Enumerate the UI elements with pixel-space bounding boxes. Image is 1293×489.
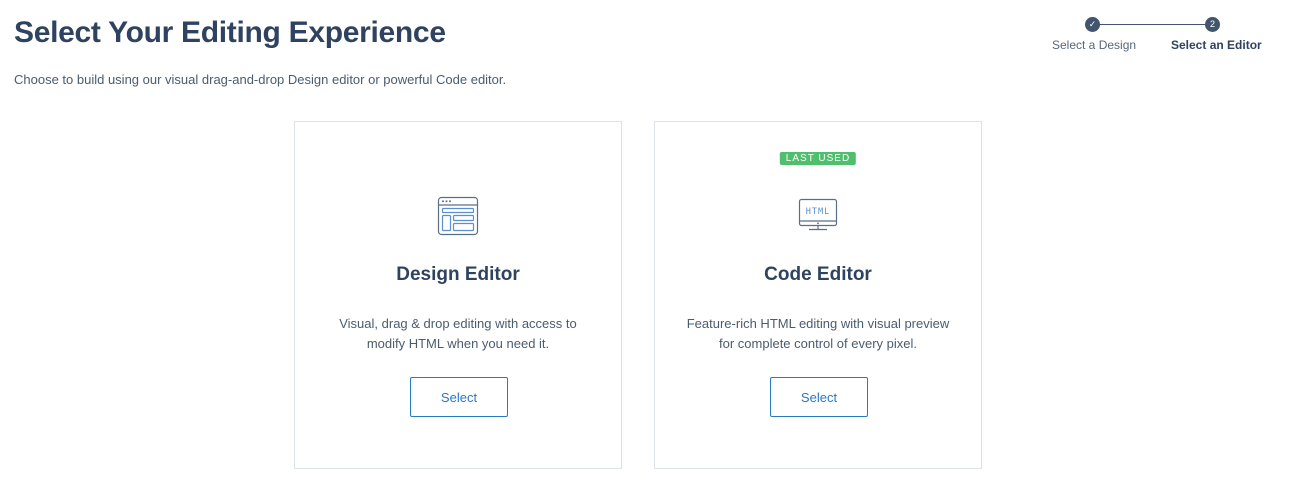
- page-title: Select Your Editing Experience: [14, 16, 446, 49]
- page-subtitle: Choose to build using our visual drag-an…: [14, 72, 507, 87]
- design-editor-title: Design Editor: [396, 264, 520, 285]
- html-monitor-icon-text: HTML: [806, 207, 830, 217]
- step-label-select-design[interactable]: Select a Design: [1052, 38, 1136, 52]
- code-editor-select-button[interactable]: Select: [770, 377, 868, 417]
- last-used-badge: LAST USED: [779, 152, 857, 165]
- code-editor-title: Code Editor: [764, 264, 872, 285]
- design-editor-description: Visual, drag & drop editing with access …: [339, 316, 577, 351]
- stepper-connector: [1099, 24, 1213, 25]
- code-editor-description: Feature-rich HTML editing with visual pr…: [686, 316, 950, 351]
- design-layout-icon: [436, 194, 480, 238]
- editor-selection-page: Select Your Editing Experience Choose to…: [0, 0, 1293, 489]
- progress-stepper: ✓ 2 Select a Design Select an Editor: [1040, 16, 1280, 56]
- design-editor-select-button[interactable]: Select: [410, 377, 508, 417]
- step-label-select-editor: Select an Editor: [1171, 38, 1262, 52]
- step-number-badge: 2: [1205, 17, 1220, 32]
- step-completed-check-icon: ✓: [1085, 17, 1100, 32]
- html-monitor-icon: HTML: [796, 194, 840, 238]
- design-editor-card[interactable]: Design Editor Visual, drag & drop editin…: [294, 121, 622, 469]
- code-editor-card[interactable]: LAST USED HTML Code Editor Feature-rich …: [654, 121, 982, 469]
